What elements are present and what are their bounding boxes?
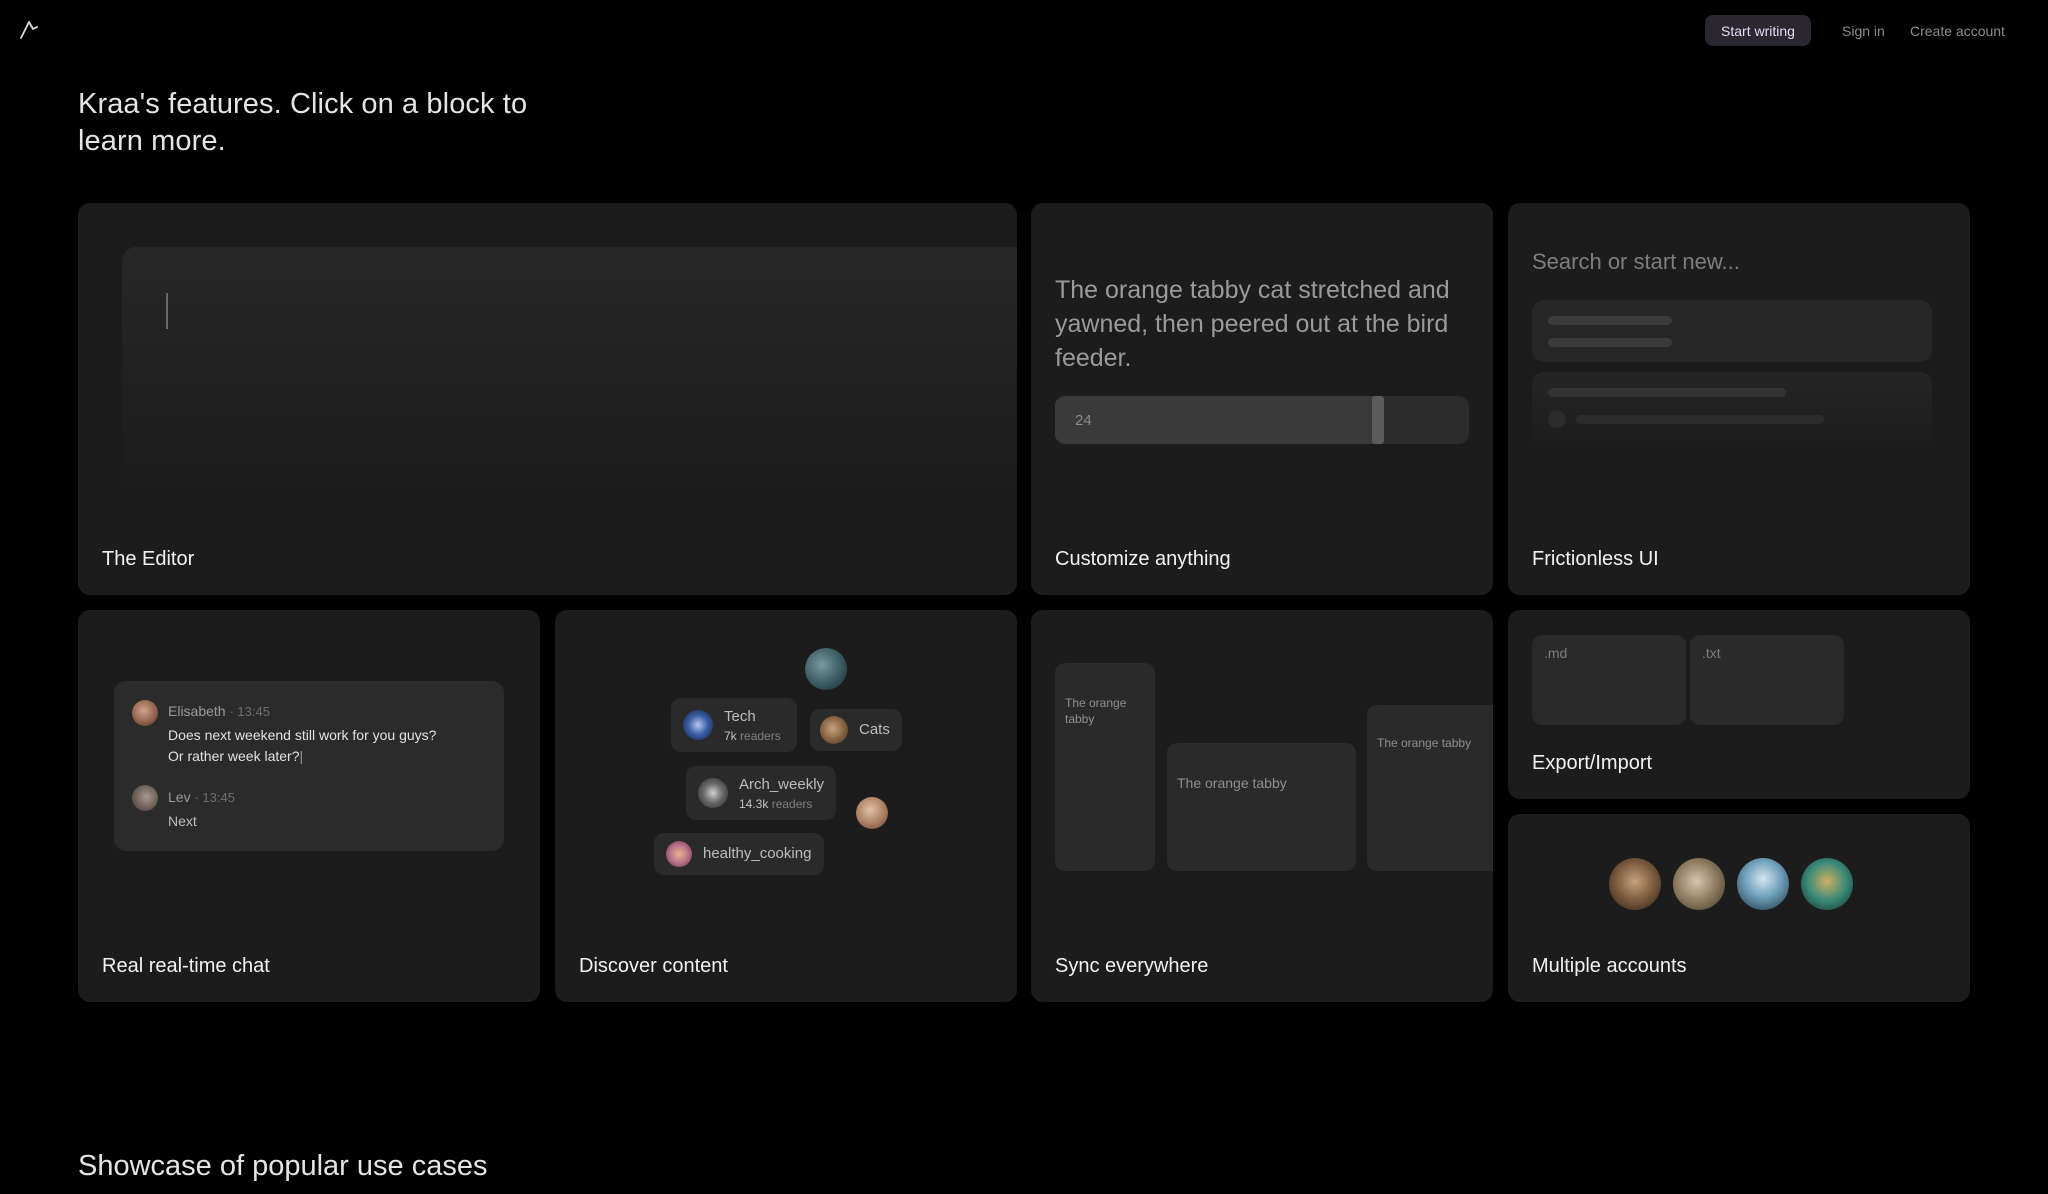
card-title: Frictionless UI [1532, 548, 1659, 570]
chip-readers: 7k readers [724, 729, 781, 743]
slider-value: 24 [1075, 411, 1092, 429]
chip-readers: 14.3k readers [739, 797, 813, 811]
account-avatar[interactable] [1609, 858, 1661, 910]
account-avatar[interactable] [1737, 858, 1789, 910]
account-avatar[interactable] [1801, 858, 1853, 910]
feature-card-editor[interactable]: The Editor [78, 203, 1017, 595]
account-avatar[interactable] [1673, 858, 1725, 910]
start-writing-button[interactable]: Start writing [1705, 15, 1811, 46]
user-avatar [805, 648, 847, 690]
card-title: Discover content [579, 955, 728, 977]
chat-message-author: Lev · 13:45 [168, 789, 235, 805]
chip-title: Arch_weekly [739, 776, 825, 793]
cat-icon [820, 716, 848, 744]
card-title: Customize anything [1055, 548, 1231, 570]
feature-card-export-import[interactable]: .md .txt Export/Import [1508, 610, 1970, 799]
slider-handle[interactable] [1371, 396, 1384, 444]
text-caret [166, 293, 168, 329]
feature-card-customize[interactable]: The orange tabby cat stretched and yawne… [1031, 203, 1493, 595]
chip-title: healthy_cooking [703, 845, 812, 862]
create-account-link[interactable]: Create account [1910, 15, 2005, 46]
feature-card-discover[interactable]: Tech 7k readers Cats Arch_weekly 14.3k r… [555, 610, 1017, 1002]
card-title: Real real-time chat [102, 955, 270, 977]
tech-icon [683, 710, 713, 740]
editor-preview [122, 247, 1017, 497]
user-avatar [856, 797, 888, 829]
feature-card-frictionless[interactable]: Search or start new... Frictionless UI [1508, 203, 1970, 595]
sync-panel-text: The orange tabby [1177, 775, 1287, 791]
slider-fill [1055, 396, 1378, 444]
sync-panel-text: The orange tabby [1065, 696, 1127, 726]
chip-title: Tech [724, 708, 756, 725]
font-size-slider[interactable]: 24 [1055, 396, 1469, 444]
chip-title: Cats [859, 721, 890, 738]
topic-chip-tech[interactable]: Tech 7k readers [671, 698, 797, 752]
avatar-elisabeth [132, 700, 158, 726]
sign-in-link[interactable]: Sign in [1842, 15, 1885, 46]
file-format-md[interactable]: .md [1532, 635, 1686, 725]
chat-message-text: Next [168, 813, 197, 829]
skeleton-item [1532, 372, 1932, 448]
card-title: Export/Import [1532, 752, 1653, 774]
feature-card-sync[interactable]: The orange tabby The orange tabby The or… [1031, 610, 1493, 1002]
arch-icon [698, 778, 728, 808]
chat-message-author: Elisabeth · 13:45 [168, 703, 270, 719]
card-title: The Editor [102, 548, 195, 570]
card-title: Sync everywhere [1055, 955, 1209, 977]
file-format-txt[interactable]: .txt [1690, 635, 1844, 725]
avatar-lev [132, 785, 158, 811]
kraa-logo-icon[interactable] [18, 18, 42, 42]
section-title-showcase: Showcase of popular use cases [78, 1150, 488, 1182]
sync-panel-text: The orange tabby [1377, 736, 1472, 750]
feature-card-chat[interactable]: Elisabeth · 13:45 Does next weekend stil… [78, 610, 540, 1002]
topic-chip-arch-weekly[interactable]: Arch_weekly 14.3k readers [686, 766, 836, 820]
sample-text: The orange tabby cat stretched and yawne… [1055, 276, 1450, 372]
card-title: Multiple accounts [1532, 955, 1687, 977]
device-desktop-preview: The orange tabby [1367, 705, 1493, 871]
device-phone-preview: The orange tabby [1055, 663, 1155, 871]
topic-chip-healthy-cooking[interactable]: healthy_cooking [654, 833, 824, 875]
chat-message-text: Or rather week later?| [168, 748, 304, 764]
food-icon [666, 841, 692, 867]
page-headline: Kraa's features. Click on a block to lea… [78, 88, 528, 157]
skeleton-item [1532, 300, 1932, 362]
chat-message-text: Does next weekend still work for you guy… [168, 727, 437, 743]
search-placeholder: Search or start new... [1532, 249, 1740, 274]
chat-window: Elisabeth · 13:45 Does next weekend stil… [114, 681, 504, 851]
feature-card-multiple-accounts[interactable]: Multiple accounts [1508, 814, 1970, 1002]
topic-chip-cats[interactable]: Cats [810, 709, 902, 751]
device-tablet-preview: The orange tabby [1167, 743, 1356, 871]
